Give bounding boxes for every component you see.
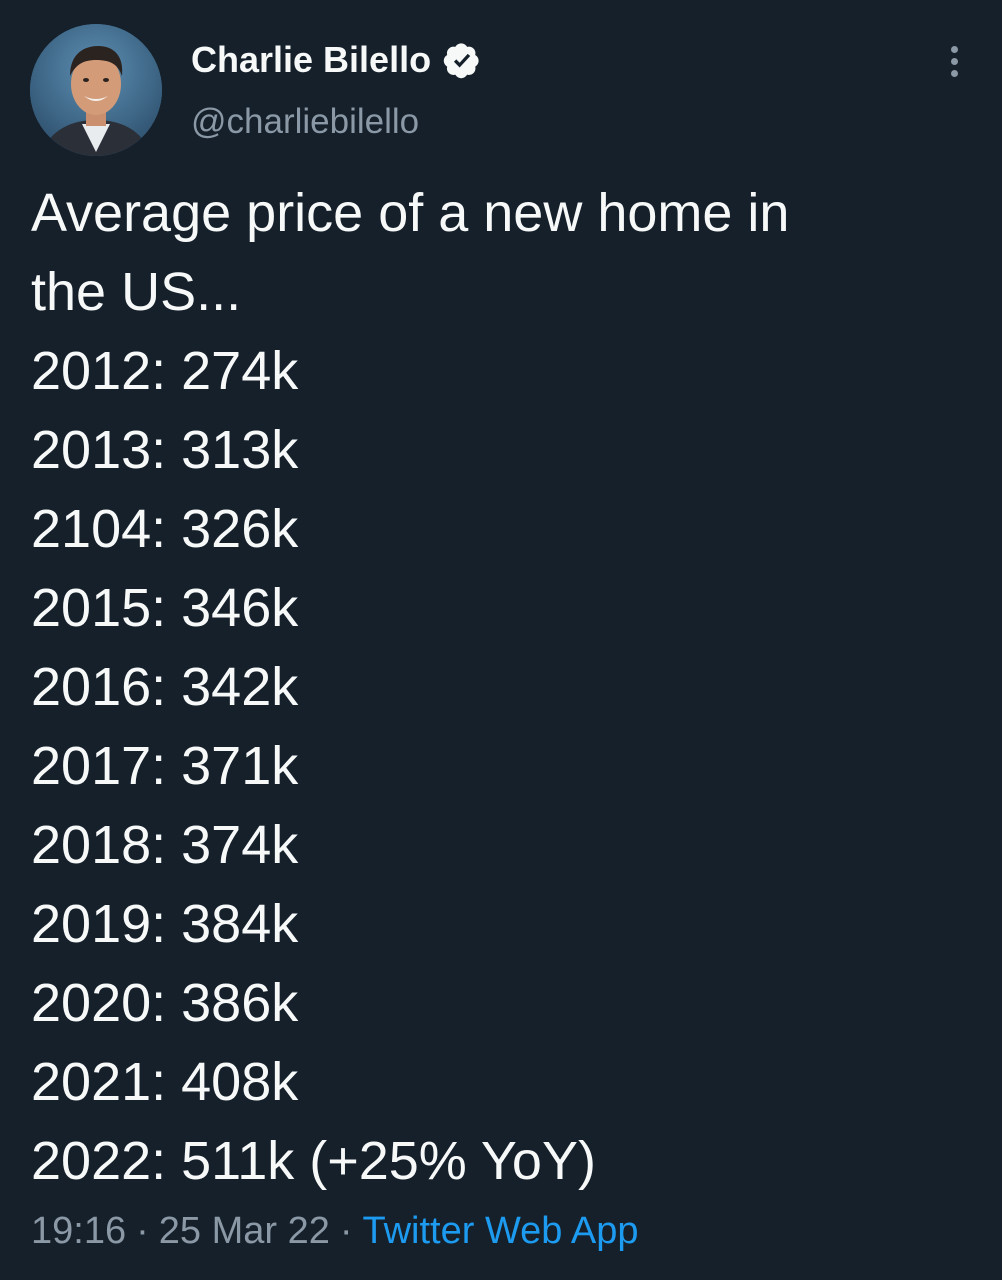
tweet-text-line: 2021: 408k [31,1052,299,1112]
display-name[interactable]: Charlie Bilello [191,38,431,82]
tweet-text-line: the US... [31,262,242,322]
meta-separator: · [339,1210,353,1252]
name-row: Charlie Bilello [191,38,481,82]
tweet-text-line: 2019: 384k [31,894,299,954]
tweet-text-line: 2012: 274k [31,341,299,401]
avatar[interactable] [30,24,162,156]
handle[interactable]: @charliebilello [191,100,419,144]
tweet-text-line: 2016: 342k [31,657,299,717]
tweet-date[interactable]: 25 Mar 22 [159,1210,330,1252]
tweet-text-line: 2013: 313k [31,420,299,480]
tweet-text-line: 2018: 374k [31,815,299,875]
tweet-header: Charlie Bilello @charliebilello [30,24,972,156]
tweet: Charlie Bilello @charliebilello Average … [0,0,1002,1280]
tweet-text-line: 2020: 386k [31,973,299,1033]
tweet-source-link[interactable]: Twitter Web App [363,1210,639,1252]
tweet-time[interactable]: 19:16 [31,1210,126,1252]
meta-separator: · [136,1210,149,1252]
tweet-text-line: 2015: 346k [31,578,299,638]
verified-badge-icon [443,43,479,79]
tweet-text: Average price of a new home in the US...… [31,174,971,1201]
more-options-icon[interactable] [942,46,966,86]
tweet-text-line: 2017: 371k [31,736,299,796]
tweet-text-line: 2022: 511k (+25% YoY) [31,1131,596,1191]
tweet-meta: 19:16 · 25 Mar 22 · Twitter Web App [31,1206,638,1256]
profile-photo-icon [30,24,162,156]
tweet-text-line: Average price of a new home in [31,183,790,243]
tweet-text-line: 2104: 326k [31,499,299,559]
